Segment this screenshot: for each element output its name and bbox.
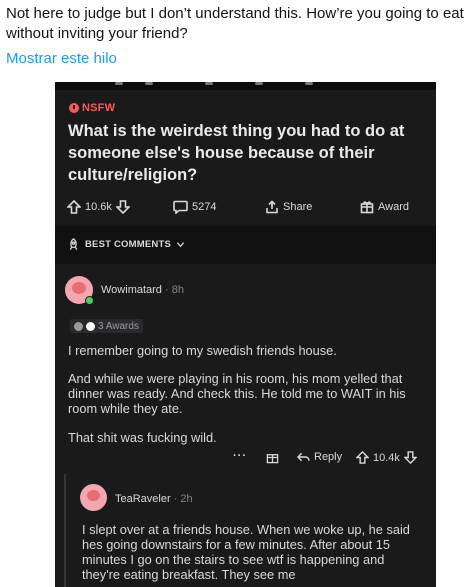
share-button[interactable]: Share bbox=[265, 200, 312, 214]
chevron-down-icon bbox=[176, 242, 185, 248]
comment-paragraph: That shit was fucking wild. bbox=[68, 430, 217, 445]
comment-time: · 8h bbox=[165, 284, 184, 296]
post-actions-bar: 10.6k 5274 Share Award bbox=[55, 196, 436, 222]
share-label: Share bbox=[283, 201, 313, 213]
award-trophy-icon bbox=[74, 321, 83, 331]
comment-icon bbox=[173, 200, 188, 214]
nsfw-alert-icon bbox=[69, 103, 79, 113]
reply-author[interactable]: TeaRaveler bbox=[115, 493, 171, 505]
downvote-icon[interactable] bbox=[403, 451, 417, 464]
nsfw-label: NSFW bbox=[82, 102, 116, 114]
comment-paragraph: And while we were playing in his room, h… bbox=[68, 371, 406, 416]
reply-author-line: TeaRaveler · 2h bbox=[115, 493, 193, 505]
award-icon[interactable] bbox=[266, 451, 279, 464]
comments-button[interactable]: 5274 bbox=[173, 200, 216, 214]
tweet-text: Not here to judge but I don’t understand… bbox=[6, 5, 464, 42]
upvote-count: 10.6k bbox=[85, 201, 112, 213]
reply-button[interactable]: Reply bbox=[297, 451, 342, 463]
cropped-top-bar bbox=[55, 82, 436, 90]
online-indicator bbox=[85, 296, 94, 305]
reddit-screenshot: NSFW What is the weirdest thing you had … bbox=[55, 82, 436, 587]
rocket-sort-icon bbox=[69, 238, 78, 250]
reply-label: Reply bbox=[314, 451, 343, 463]
comment-paragraph: I remember going to my swedish friends h… bbox=[68, 343, 337, 358]
comment-vote-group: 10.4k bbox=[356, 451, 417, 464]
reply-text: I slept over at a friends house. When we… bbox=[82, 522, 410, 582]
show-thread-link[interactable]: Mostrar este hilo bbox=[6, 50, 117, 67]
reply-time: · 2h bbox=[173, 493, 193, 505]
upvote-icon[interactable] bbox=[356, 451, 369, 464]
awards-count: 3 Awards bbox=[98, 320, 139, 332]
downvote-icon[interactable] bbox=[115, 200, 130, 214]
post-title: What is the weirdest thing you had to do… bbox=[68, 122, 405, 184]
awards-badge[interactable]: 3 Awards bbox=[70, 319, 143, 333]
comment-vote-count: 10.4k bbox=[373, 451, 400, 464]
award-button[interactable]: Award bbox=[360, 200, 409, 214]
sort-dropdown[interactable]: BEST COMMENTS bbox=[67, 238, 185, 251]
nsfw-tag: NSFW bbox=[69, 102, 115, 114]
award-silver-icon bbox=[86, 321, 95, 331]
vote-group: 10.6k bbox=[67, 200, 130, 214]
award-label: Award bbox=[378, 201, 409, 213]
upvote-icon[interactable] bbox=[67, 200, 81, 214]
comment-author-line: Wowimatard · 8h bbox=[101, 284, 184, 296]
sort-bar: BEST COMMENTS bbox=[55, 226, 436, 264]
comment-author[interactable]: Wowimatard bbox=[101, 284, 162, 296]
thread-line[interactable] bbox=[64, 474, 66, 587]
sort-label: BEST COMMENTS bbox=[85, 239, 171, 250]
reply-arrow-icon bbox=[297, 452, 310, 462]
share-icon bbox=[266, 200, 278, 214]
reply-avatar[interactable] bbox=[80, 484, 107, 511]
award-icon bbox=[360, 201, 374, 214]
comment-actions-bar: ··· Reply 10.4k bbox=[55, 448, 436, 468]
comment-count: 5274 bbox=[192, 201, 217, 213]
more-options-icon[interactable]: ··· bbox=[233, 450, 247, 462]
